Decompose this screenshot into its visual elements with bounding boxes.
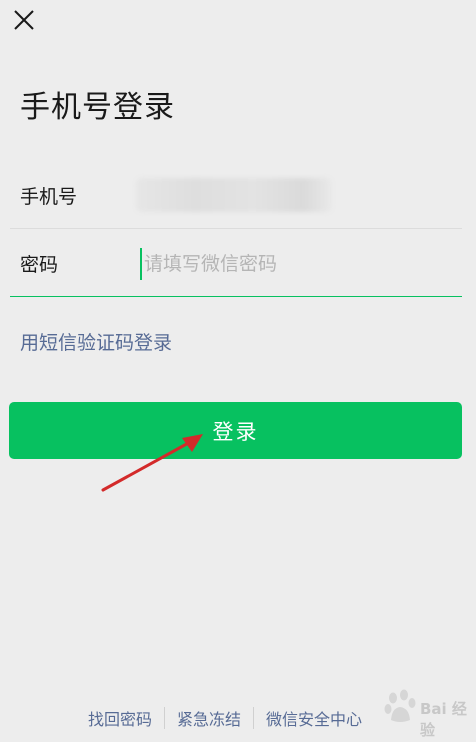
- sms-login-link[interactable]: 用短信验证码登录: [20, 328, 172, 355]
- security-center-link[interactable]: 微信安全中心: [254, 706, 374, 730]
- phone-number-blurred[interactable]: [136, 178, 332, 212]
- login-button[interactable]: 登录: [9, 402, 462, 459]
- baidu-jingyan-watermark: Bai 经验: [380, 684, 472, 739]
- footer-links: 找回密码 紧急冻结 微信安全中心: [76, 706, 374, 730]
- emergency-freeze-link[interactable]: 紧急冻结: [165, 706, 253, 730]
- page-title: 手机号登录: [20, 90, 175, 125]
- watermark-text: Bai 经验: [420, 700, 467, 739]
- password-label: 密码: [20, 254, 59, 276]
- password-row: 密码: [10, 232, 462, 297]
- phone-row: 手机号: [10, 164, 462, 229]
- phone-label: 手机号: [20, 186, 78, 208]
- paw-icon: [384, 689, 416, 722]
- close-button[interactable]: [8, 4, 40, 36]
- close-icon: [14, 10, 34, 30]
- password-input[interactable]: [140, 248, 446, 280]
- find-password-link[interactable]: 找回密码: [76, 706, 164, 730]
